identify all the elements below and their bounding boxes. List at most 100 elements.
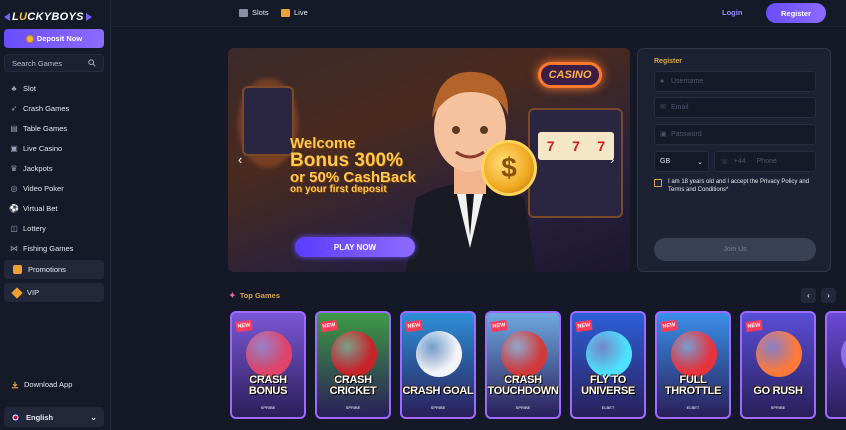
game-provider: SPRIBE [430,405,446,410]
game-title: CRASH GOAL [402,385,474,397]
ball-icon: ⚽ [9,203,19,213]
games-prev-button[interactable]: ‹ [801,288,816,303]
party-icon: ✦ [229,291,236,300]
slot-machine-icon [239,8,248,17]
diamond-icon [11,286,23,299]
deposit-label: Deposit Now [36,34,83,43]
game-title: CRASH TOUCHDOWN [487,374,559,397]
phone-field[interactable]: ☏ +44 Phone [714,151,816,172]
top-games-title: Top Games [239,291,280,300]
age-terms-checkbox[interactable] [654,179,662,187]
game-provider: SPRIBE [260,405,276,410]
sidebar-item-video-poker[interactable]: ◎ Video Poker [0,178,110,198]
login-button[interactable]: Login [722,8,742,17]
new-badge: NEW [320,319,338,333]
new-badge: NEW [235,319,253,333]
uk-flag-icon [11,412,20,422]
language-selector[interactable]: English ⌄ [4,407,104,427]
game-card[interactable]: NEW GO RUSH SPRIBE [740,311,816,419]
game-title: CRASH CRICKET [329,374,377,397]
phone-icon: ☏ [720,158,729,166]
chevron-down-icon: ⌄ [90,412,97,422]
sidebar-item-jackpots[interactable]: ♛ Jackpots [0,158,110,178]
promo-banner[interactable]: 7 7 7 CASINO $ Welcome Bonus 300% or 50% C… [228,48,630,272]
sidebar-item-lottery[interactable]: ◫ Lottery [0,218,110,238]
game-art-image [501,331,547,377]
password-field[interactable]: ▣ Password [654,124,816,145]
join-us-button[interactable]: Join Us [654,238,816,261]
register-form: Register ● Username ✉ Email ▣ Password G… [637,48,831,272]
tab-label: Live [294,8,308,17]
sidebar-item-virtual-bet[interactable]: ⚽ Virtual Bet [0,198,110,218]
game-card[interactable]: NEW CRASH TOUCHDOWN SPRIBE [485,311,561,419]
search-placeholder: Search Games [12,58,63,68]
coin-icon [25,34,34,43]
game-art-image [416,331,462,377]
game-provider: SPRIBE [515,405,531,410]
download-icon [11,381,19,388]
game-title: FLY TO UNIVERSE [581,374,635,397]
banner-prev-arrow-icon[interactable]: ‹ [238,152,242,167]
chevron-right-icon: › [827,291,830,300]
country-value: GB [660,158,671,165]
reel-seven: 7 [546,138,555,154]
phone-code: +44 [733,158,746,165]
search-icon [88,59,96,67]
cards-icon: ▣ [10,143,18,153]
casino-neon-sign: CASINO [538,62,602,88]
email-field[interactable]: ✉ Email [654,97,816,118]
sidebar-item-vip[interactable]: VIP [4,283,104,302]
sidebar-item-label: Video Poker [23,183,64,193]
country-select[interactable]: GB ⌄ [654,151,709,172]
sidebar-item-label: Jackpots [23,163,53,173]
logo-left-arrow-icon [4,13,10,21]
top-games-heading: ✦ Top Games [229,291,280,300]
sidebar-item-slot[interactable]: ♣ Slot [0,78,110,98]
chip-icon: ◎ [10,183,18,193]
banner-next-arrow-icon[interactable]: › [610,152,614,167]
gift-icon [13,265,22,274]
sidebar-nav: ♣ Slot ➶ Crash Games ▤ Table Games ▣ Live Ca… [0,78,110,258]
search-games-input[interactable]: Search Games [4,54,104,72]
sidebar-item-label: Slot [23,83,36,93]
sidebar-item-label: Lottery [23,223,46,233]
lucky-boys-logo[interactable]: LUCKYBOYS [4,9,104,25]
download-app-button[interactable]: Download App [11,380,72,389]
sidebar-item-crash-games[interactable]: ➶ Crash Games [0,98,110,118]
game-art-image [331,331,377,377]
game-card[interactable]: NEW FULL THROTTLE ELBET [655,311,731,419]
games-next-button[interactable]: › [821,288,836,303]
game-provider: ELBET [686,405,700,410]
tab-live[interactable]: Live [281,8,308,17]
sidebar-item-label: Virtual Bet [23,203,58,213]
sidebar-item-live-casino[interactable]: ▣ Live Casino [0,138,110,158]
email-placeholder: Email [671,104,689,111]
slot-machine-image [242,86,294,156]
register-button[interactable]: Register [766,3,826,23]
play-now-button[interactable]: PLAY NOW [295,237,415,257]
tab-slots[interactable]: Slots [239,8,269,17]
sidebar: LUCKYBOYS Deposit Now Search Games ♣ Slot… [0,0,111,430]
trophy-icon: ♛ [10,163,18,173]
game-card[interactable]: NEW CRASH CRICKET SPRIBE [315,311,391,419]
mail-icon: ✉ [660,104,666,111]
game-card[interactable]: NEW FLY TO UNIVERSE ELBET [570,311,646,419]
game-card[interactable]: NEW CRASH GOAL SPRIBE [400,311,476,419]
top-bar: Slots Live Login Register [111,0,846,27]
game-card[interactable]: NEW CRASH BONUS SPRIBE [230,311,306,419]
live-icon [281,8,290,17]
reel-seven: 7 [597,138,606,154]
sidebar-item-table-games[interactable]: ▤ Table Games [0,118,110,138]
game-art-image [841,331,846,377]
ticket-icon: ◫ [10,223,18,233]
sidebar-item-fishing-games[interactable]: ⋈ Fishing Games [0,238,110,258]
username-field[interactable]: ● Username [654,71,816,92]
deposit-now-button[interactable]: Deposit Now [4,29,104,48]
sidebar-item-promotions[interactable]: Promotions [4,260,104,279]
username-placeholder: Username [671,78,704,85]
game-card[interactable] [825,311,846,419]
new-badge: NEW [490,319,508,333]
welcome-bonus-text: Welcome Bonus 300% or 50% CashBack on yo… [290,136,416,195]
sidebar-item-label: Table Games [23,123,68,133]
game-provider: ELBET [601,405,615,410]
